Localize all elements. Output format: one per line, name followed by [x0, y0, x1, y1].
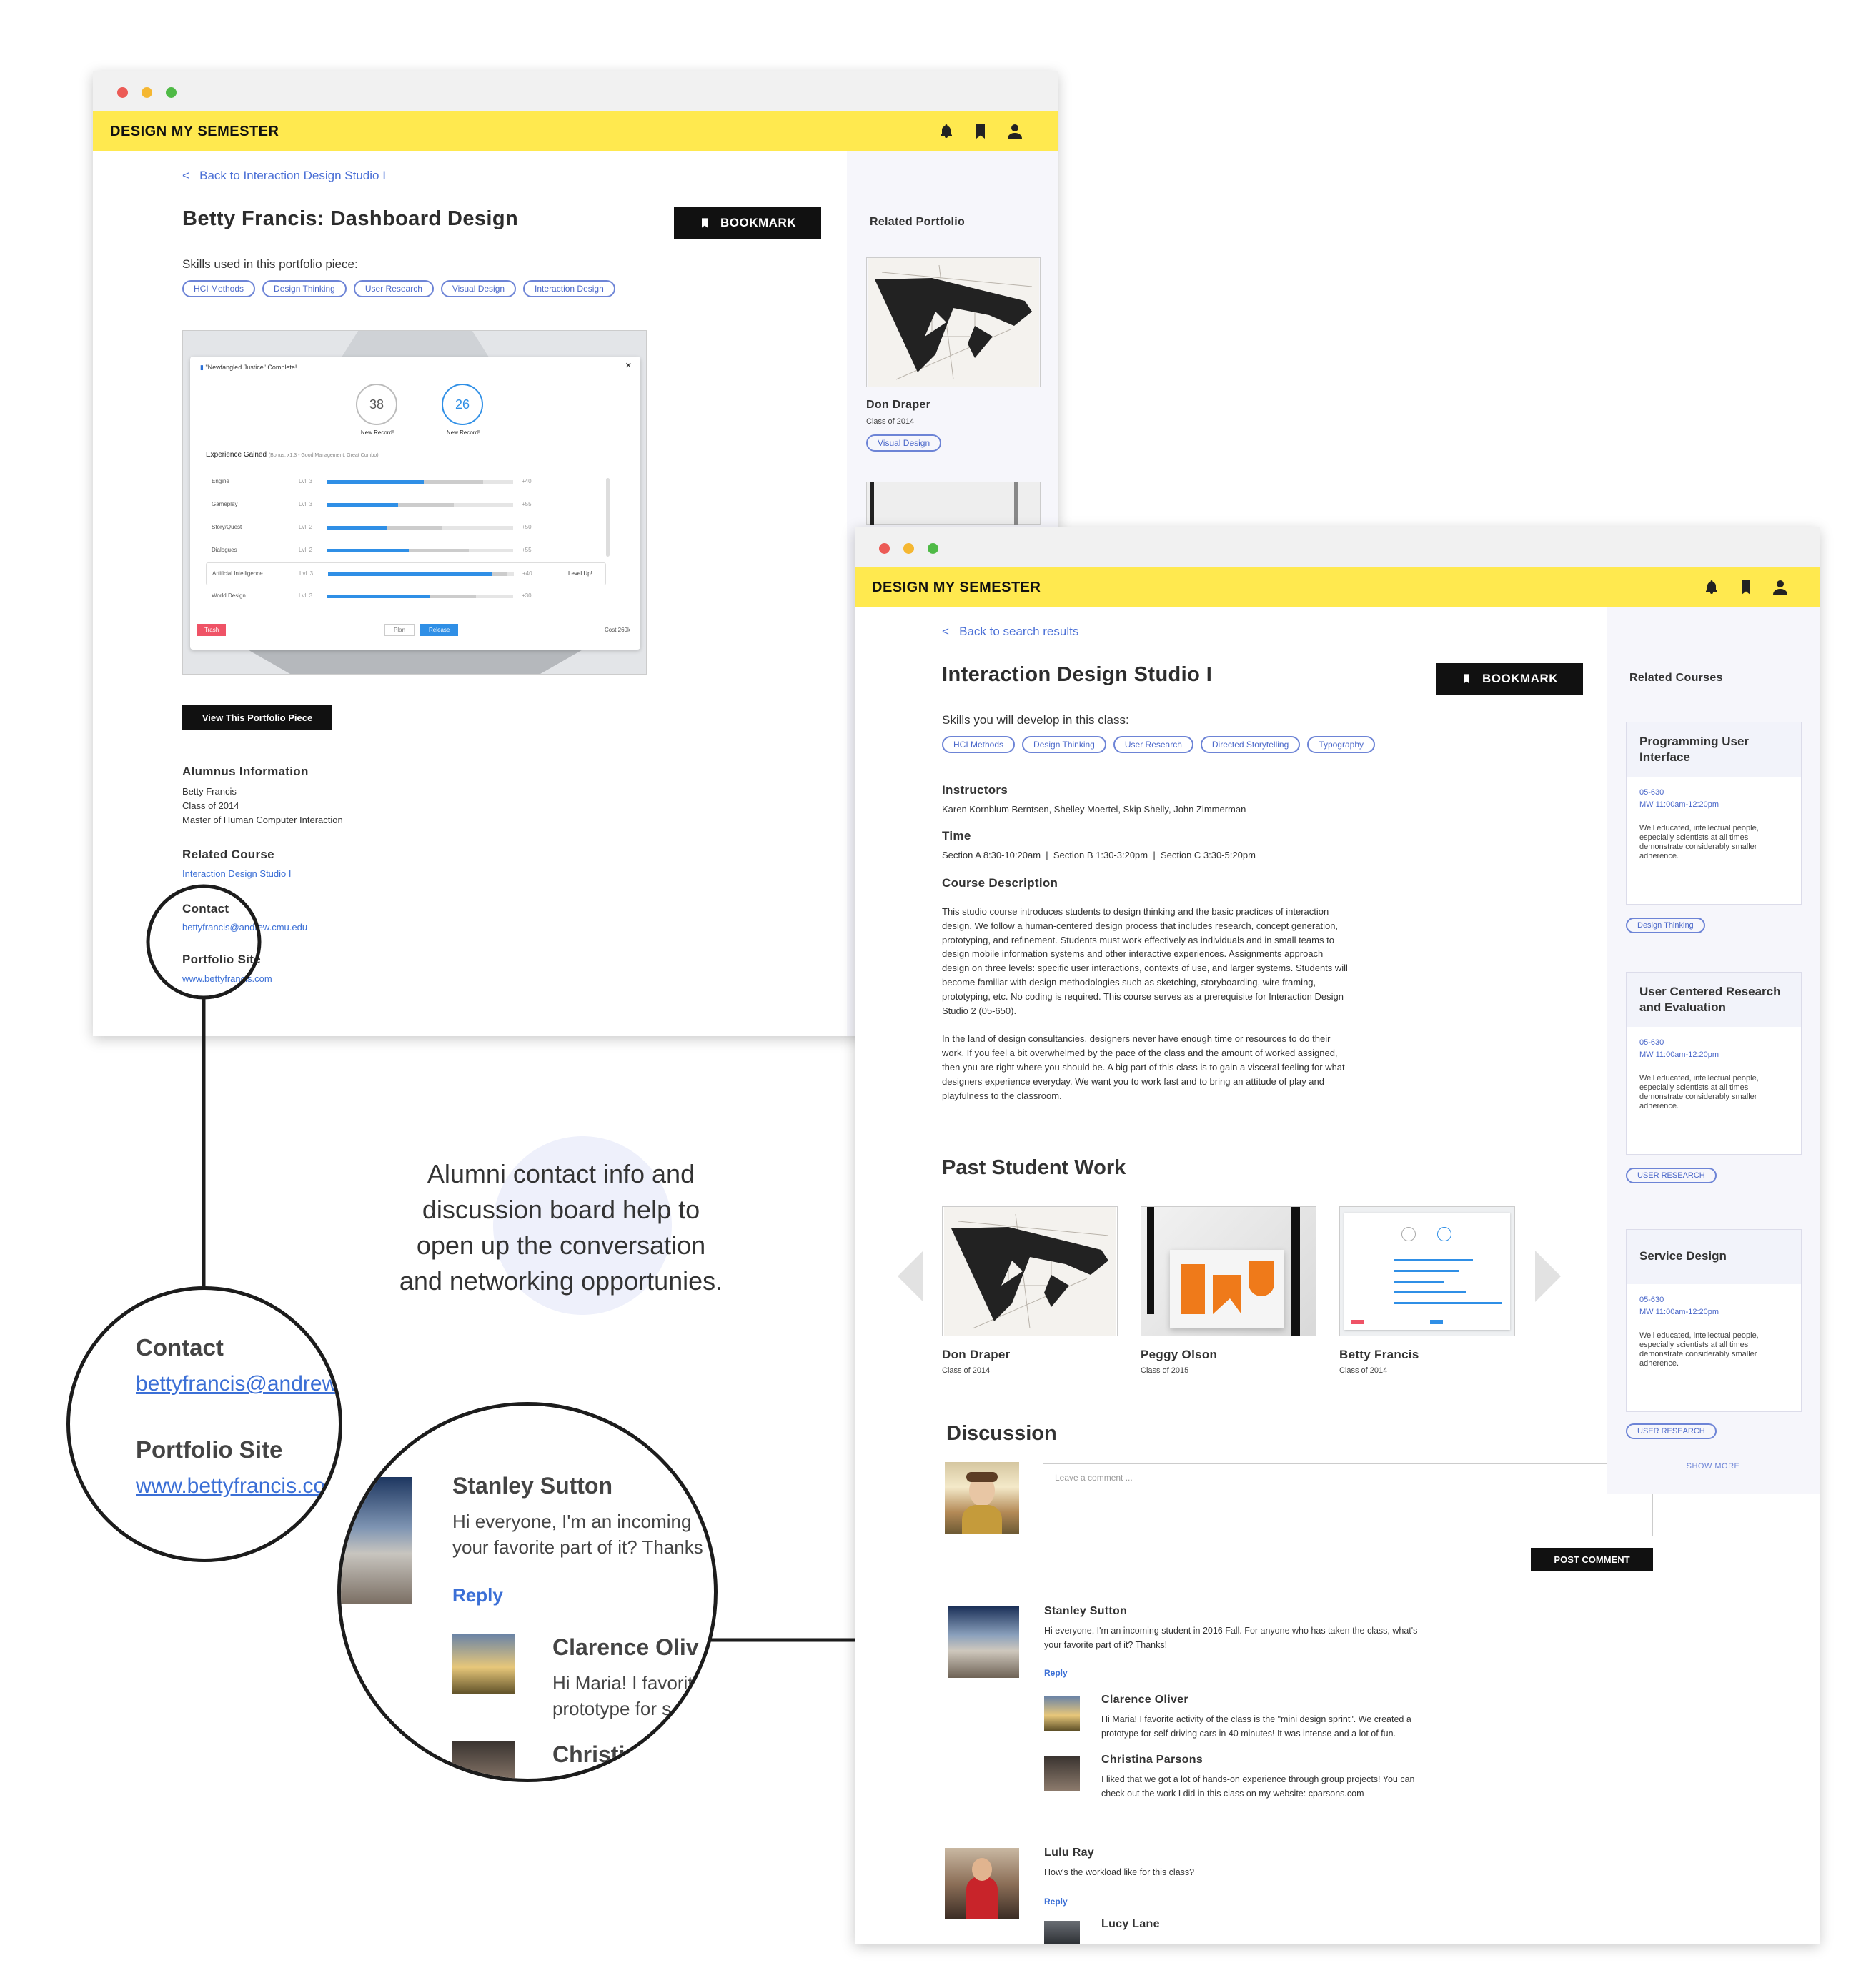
page-title: Interaction Design Studio I — [942, 663, 1213, 686]
past-work-name[interactable]: Don Draper — [942, 1348, 1011, 1362]
past-work-heading: Past Student Work — [942, 1156, 1126, 1179]
course-card[interactable]: User Centered Research and Evaluation 05-… — [1626, 972, 1802, 1155]
skill-tag[interactable]: USER RESEARCH — [1626, 1168, 1717, 1183]
post-comment-button[interactable]: POST COMMENT — [1531, 1548, 1653, 1571]
avatar — [452, 1741, 515, 1779]
skill-tag[interactable]: User Research — [1113, 736, 1193, 753]
skill-tag[interactable]: Design Thinking — [1022, 736, 1106, 753]
comment-author[interactable]: Lulu Ray — [1044, 1847, 1094, 1859]
description-text: This studio course introduces students t… — [942, 906, 1348, 1101]
past-work-thumbnail[interactable] — [1141, 1206, 1316, 1336]
reply-link[interactable]: Reply — [1044, 1668, 1068, 1678]
minimize-dot[interactable] — [903, 543, 914, 554]
discussion-heading: Discussion — [946, 1422, 1057, 1445]
avatar — [1044, 1756, 1080, 1791]
top-nav: DESIGN MY SEMESTER — [855, 567, 1820, 607]
avatar — [1044, 1921, 1080, 1944]
show-more-link[interactable]: SHOW MORE — [1607, 1462, 1820, 1471]
zoom-discussion-circle: Stanley Sutton Hi everyone, I'm an incom… — [337, 1402, 718, 1782]
comment-author[interactable]: Stanley Sutton — [1044, 1605, 1127, 1618]
skill-tag[interactable]: USER RESEARCH — [1626, 1423, 1717, 1439]
skill-tags: HCI Methods Design Thinking User Research D… — [942, 736, 1382, 753]
avatar — [341, 1477, 412, 1604]
avatar — [1044, 1696, 1080, 1731]
instructors-heading: Instructors — [942, 783, 1008, 797]
bookmark-button[interactable]: BOOKMARK — [1436, 663, 1583, 695]
comment-text: Hi everyone, I'm an incoming student in … — [1044, 1626, 1418, 1650]
comment-input[interactable]: Leave a comment ... — [1043, 1463, 1653, 1536]
comment-text: How's the workload like for this class? — [1044, 1867, 1195, 1877]
user-icon[interactable] — [1772, 579, 1789, 596]
bell-icon[interactable] — [1703, 579, 1720, 596]
skill-tag[interactable]: Directed Storytelling — [1200, 736, 1301, 753]
past-work-thumbnail[interactable] — [942, 1206, 1118, 1336]
past-work-name[interactable]: Peggy Olson — [1141, 1348, 1217, 1362]
comment-text: Hi Maria! I favorite activity of the cla… — [1101, 1714, 1411, 1739]
past-work-thumbnail[interactable] — [1339, 1206, 1515, 1336]
description-heading: Course Description — [942, 876, 1058, 890]
avatar — [948, 1606, 1019, 1678]
reply-link[interactable]: Reply — [1044, 1897, 1068, 1907]
course-card[interactable]: Service Design 05-630 MW 11:00am-12:20pm W… — [1626, 1229, 1802, 1412]
skill-tag[interactable]: Typography — [1307, 736, 1375, 753]
brand-logo[interactable]: DESIGN MY SEMESTER — [872, 580, 1041, 596]
skill-tag[interactable]: HCI Methods — [942, 736, 1016, 753]
window-chrome — [855, 527, 1820, 567]
past-work-name[interactable]: Betty Francis — [1339, 1348, 1419, 1362]
comment-author[interactable]: Clarence Oliver — [1101, 1694, 1188, 1706]
related-courses-heading: Related Courses — [1629, 672, 1723, 684]
time-heading: Time — [942, 829, 971, 843]
comment-text: I liked that we got a lot of hands-on ex… — [1101, 1774, 1415, 1799]
skills-label: Skills you will develop in this class: — [942, 713, 1129, 727]
maximize-dot[interactable] — [928, 543, 938, 554]
zoom-contact-circle: Contact bettyfrancis@andrew. Portfolio S… — [66, 1286, 342, 1562]
avatar — [452, 1634, 515, 1694]
carousel-prev-arrow[interactable] — [898, 1251, 923, 1302]
related-courses-sidebar: Related Courses Programming User Interfac… — [1607, 607, 1820, 1494]
bookmark-icon — [1461, 672, 1472, 685]
bookmark-icon[interactable] — [1737, 579, 1755, 596]
comment-author[interactable]: Christina Parsons — [1101, 1754, 1203, 1766]
back-link[interactable]: < Back to search results — [942, 625, 1078, 639]
skill-tag[interactable]: Design Thinking — [1626, 918, 1705, 933]
avatar — [945, 1848, 1019, 1919]
instructors-text: Karen Kornblum Berntsen, Shelley Moertel… — [942, 804, 1246, 815]
course-window: DESIGN MY SEMESTER < Back to search resu… — [855, 527, 1820, 1944]
time-text: Section A 8:30-10:20am | Section B 1:30-… — [942, 850, 1256, 860]
comment-author[interactable]: Lucy Lane — [1101, 1918, 1160, 1931]
close-dot[interactable] — [879, 543, 890, 554]
carousel-next-arrow[interactable] — [1535, 1251, 1561, 1302]
course-card[interactable]: Programming User Interface 05-630 MW 11:00… — [1626, 722, 1802, 905]
current-user-avatar — [945, 1462, 1019, 1534]
